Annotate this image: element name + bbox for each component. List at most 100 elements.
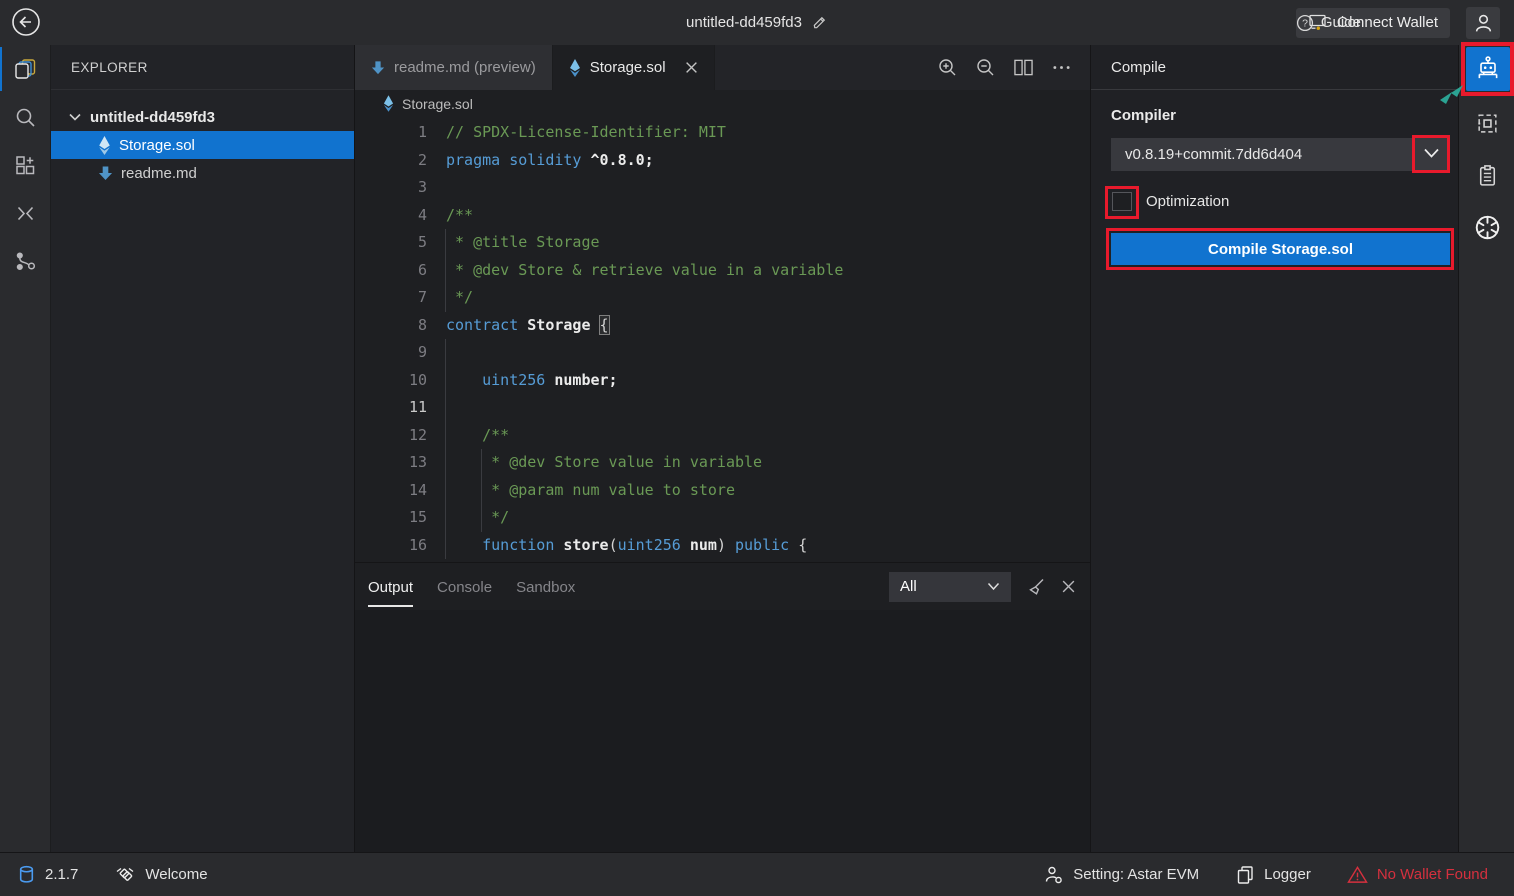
ide-version[interactable]: 2.1.7 [45,866,78,883]
chevron-down-icon[interactable] [1423,147,1440,159]
optimization-checkbox[interactable] [1112,192,1132,211]
activity-files-button[interactable] [0,45,50,93]
panel-tab-output[interactable]: Output [368,566,413,607]
markdown-icon [98,165,113,181]
project-title: untitled-dd459fd3 [686,14,802,31]
explorer-file-readme-md[interactable]: readme.md [51,159,354,187]
code-editor[interactable]: 1// SPDX-License-Identifier: MIT2pragma … [355,117,1090,562]
code-line[interactable]: 11 [355,394,1090,422]
code-line[interactable]: 6 * @dev Store & retrieve value in a var… [355,257,1090,285]
close-tab-icon[interactable] [685,61,698,74]
logger-button[interactable]: Logger [1235,864,1311,885]
activity-ai-chat-button[interactable] [1459,201,1514,253]
code-line[interactable]: 8contract Storage { [355,312,1090,340]
handshake-icon [114,864,136,885]
panel-tab-sandbox[interactable]: Sandbox [516,566,575,607]
code-line[interactable]: 1// SPDX-License-Identifier: MIT [355,119,1090,147]
line-number: 3 [355,174,446,202]
back-button[interactable] [10,6,42,38]
database-icon [18,865,35,884]
activity-report-button[interactable] [1459,149,1514,201]
output-panel-body[interactable] [355,610,1090,852]
welcome-button[interactable]: Welcome [114,864,207,885]
code-line[interactable]: 7 */ [355,284,1090,312]
filter-value: All [900,578,917,595]
guide-button[interactable]: ? Guide [1296,14,1297,32]
line-number: 5 [355,229,446,257]
code-line[interactable]: 14 * @param num value to store [355,477,1090,505]
file-label: Storage.sol [119,137,195,154]
line-number: 2 [355,147,446,175]
code-text: /** [446,422,509,450]
breadcrumb[interactable]: Storage.sol [355,90,1090,117]
close-panel-icon[interactable] [1061,579,1076,594]
rename-pencil-icon[interactable] [811,14,828,31]
code-lines: 1// SPDX-License-Identifier: MIT2pragma … [355,119,1090,559]
panel-tab-console[interactable]: Console [437,566,492,607]
explorer-file-storage-sol[interactable]: Storage.sol [51,131,354,159]
explorer-header: EXPLORER [51,45,354,90]
code-line[interactable]: 4/** [355,202,1090,230]
compile-button[interactable]: Compile Storage.sol [1111,233,1450,265]
optimization-label: Optimization [1146,192,1229,212]
connect-wallet-button[interactable]: Connect Wallet [1296,8,1450,38]
ethereum-icon [569,59,581,77]
activity-search-button[interactable] [0,93,50,141]
code-line[interactable]: 12 /** [355,422,1090,450]
git-branch-icon [14,250,37,273]
more-actions-icon[interactable] [1051,58,1072,77]
zoom-out-icon[interactable] [975,57,996,78]
line-number: 1 [355,119,446,147]
line-number: 8 [355,312,446,340]
chevron-down-icon [987,582,1000,591]
wallet-warning[interactable]: No Wallet Found [1347,865,1488,884]
tab-label: Storage.sol [590,59,666,76]
code-line[interactable]: 2pragma solidity ^0.8.0; [355,147,1090,175]
tab-storage-sol[interactable]: Storage.sol [553,45,715,90]
code-line[interactable]: 13 * @dev Store value in variable [355,449,1090,477]
breadcrumb-file-label: Storage.sol [402,96,473,112]
activity-collapse-button[interactable] [0,189,50,237]
welcome-label: Welcome [145,866,207,883]
status-bar: 2.1.7 Welcome [0,852,1514,896]
setting-label: Setting: Astar EVM [1073,866,1199,883]
code-line[interactable]: 15 */ [355,504,1090,532]
account-button[interactable] [1466,7,1500,39]
line-number: 12 [355,422,446,450]
explorer-root-folder[interactable]: untitled-dd459fd3 [51,103,354,131]
activity-source-control-button[interactable] [0,237,50,285]
compiler-version-select[interactable]: v0.8.19+commit.7dd6d404 [1111,138,1450,171]
ethereum-icon [383,95,394,112]
code-line[interactable]: 5 * @title Storage [355,229,1090,257]
explorer-panel: EXPLORER untitled-dd459fd3 Storage.sol [50,45,355,852]
setting-button[interactable]: Setting: Astar EVM [1044,865,1199,885]
code-line[interactable]: 10 uint256 number; [355,367,1090,395]
code-text: contract Storage { [446,312,609,340]
code-text: */ [446,284,473,312]
line-number: 4 [355,202,446,230]
line-number: 7 [355,284,446,312]
chevron-down-icon [69,112,81,122]
code-line[interactable]: 3 [355,174,1090,202]
clear-output-icon[interactable] [1026,577,1046,597]
cursor-arrows-icon [1438,83,1470,111]
top-bar: untitled-dd459fd3 ? Guide [0,0,1514,45]
output-filter-select[interactable]: All [889,572,1011,602]
compile-panel: Compile Compiler v0.8.19+commit.7dd6d404… [1090,45,1458,852]
code-text: */ [446,504,509,532]
person-gear-icon [1044,865,1064,885]
compiler-label: Compiler [1111,107,1176,124]
tab-readme-md[interactable]: readme.md (preview) [355,45,553,90]
root-folder-label: untitled-dd459fd3 [90,109,215,126]
code-line[interactable]: 16 function store(uint256 num) public { [355,532,1090,560]
robot-icon [1474,55,1502,83]
split-editor-icon[interactable] [1013,58,1034,77]
code-text: pragma solidity ^0.8.0; [446,147,654,175]
code-line[interactable]: 9 [355,339,1090,367]
zoom-in-icon[interactable] [937,57,958,78]
plugins-grid-icon [14,154,37,177]
compile-panel-title: Compile [1091,45,1458,90]
right-activity-bar [1458,45,1514,852]
activity-plugins-button[interactable] [0,141,50,189]
activity-compile-button[interactable] [1466,47,1510,91]
